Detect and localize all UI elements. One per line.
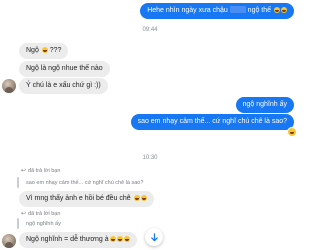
- outgoing-message[interactable]: Hehe nhìn ngày xưa chậu ngộ thế: [140, 3, 294, 19]
- scroll-down-button[interactable]: [145, 228, 163, 246]
- avatar[interactable]: [2, 79, 16, 93]
- chat-thread: Hehe nhìn ngày xưa chậu ngộ thế 09:44 Ng…: [0, 0, 300, 250]
- message-text: Ngộ nghĩnh = dễ thương à: [26, 236, 109, 243]
- reply-label: ↩ đã trả lời bạn: [21, 167, 60, 174]
- outgoing-message[interactable]: ngộ nghĩnh ấy: [235, 97, 294, 113]
- reply-arrow-icon: ↩: [21, 211, 27, 217]
- reply-label: ↩ đã trả lời bạn: [21, 210, 60, 217]
- timestamp: 10:30: [142, 155, 158, 161]
- arrow-down-icon: [150, 232, 158, 241]
- reply-arrow-icon: ↩: [21, 168, 27, 174]
- incoming-message[interactable]: Ngộ nghĩnh = dễ thương à: [19, 232, 137, 248]
- laughing-face-icon: [281, 7, 287, 13]
- message-text: Ngộ là ngộ nhue thế nào: [26, 65, 103, 72]
- incoming-message[interactable]: Ý chú là e xấu chứ gì :)): [19, 78, 108, 94]
- message-text: Ý chú là e xấu chứ gì :)): [26, 82, 101, 89]
- message-text: ngộ thế: [245, 7, 272, 14]
- laughing-reaction-icon[interactable]: [288, 128, 296, 136]
- reply-label-text: đã trả lời bạn: [28, 211, 61, 217]
- laughing-face-icon: [116, 236, 123, 242]
- laughing-face-icon: [109, 236, 116, 242]
- laughing-face-icon: [133, 195, 140, 201]
- timestamp: 09:44: [142, 27, 158, 33]
- outgoing-message[interactable]: sao em nhạy cảm thế... cứ nghĩ chú chê l…: [130, 114, 294, 130]
- message-text: ngộ nghĩnh ấy: [242, 101, 287, 108]
- laughing-face-icon: [123, 236, 130, 242]
- laughing-face-icon: [41, 47, 48, 53]
- incoming-message[interactable]: Ngộ ???: [19, 43, 69, 59]
- message-text: ???: [47, 47, 62, 54]
- message-text: Ngộ: [26, 47, 41, 54]
- incoming-message[interactable]: Vì mng thấy ảnh e hồi bé đều chê: [19, 191, 154, 207]
- message-text: Hehe nhìn ngày xưa chậu: [147, 7, 230, 14]
- quoted-message[interactable]: ngộ nghĩnh ấy: [19, 219, 68, 229]
- message-text: Vì mng thấy ảnh e hồi bé đều chê: [26, 195, 133, 202]
- avatar[interactable]: [2, 234, 16, 248]
- quoted-message[interactable]: sao em nhạy cảm thế... cứ nghĩ chú chê l…: [19, 178, 150, 188]
- redacted-mark: [229, 6, 246, 13]
- message-text: sao em nhạy cảm thế... cứ nghĩ chú chê l…: [137, 118, 287, 125]
- incoming-message[interactable]: Ngộ là ngộ nhue thế nào: [19, 61, 110, 77]
- laughing-face-icon: [274, 7, 280, 13]
- laughing-face-icon: [140, 195, 147, 201]
- reply-label-text: đã trả lời bạn: [28, 168, 61, 174]
